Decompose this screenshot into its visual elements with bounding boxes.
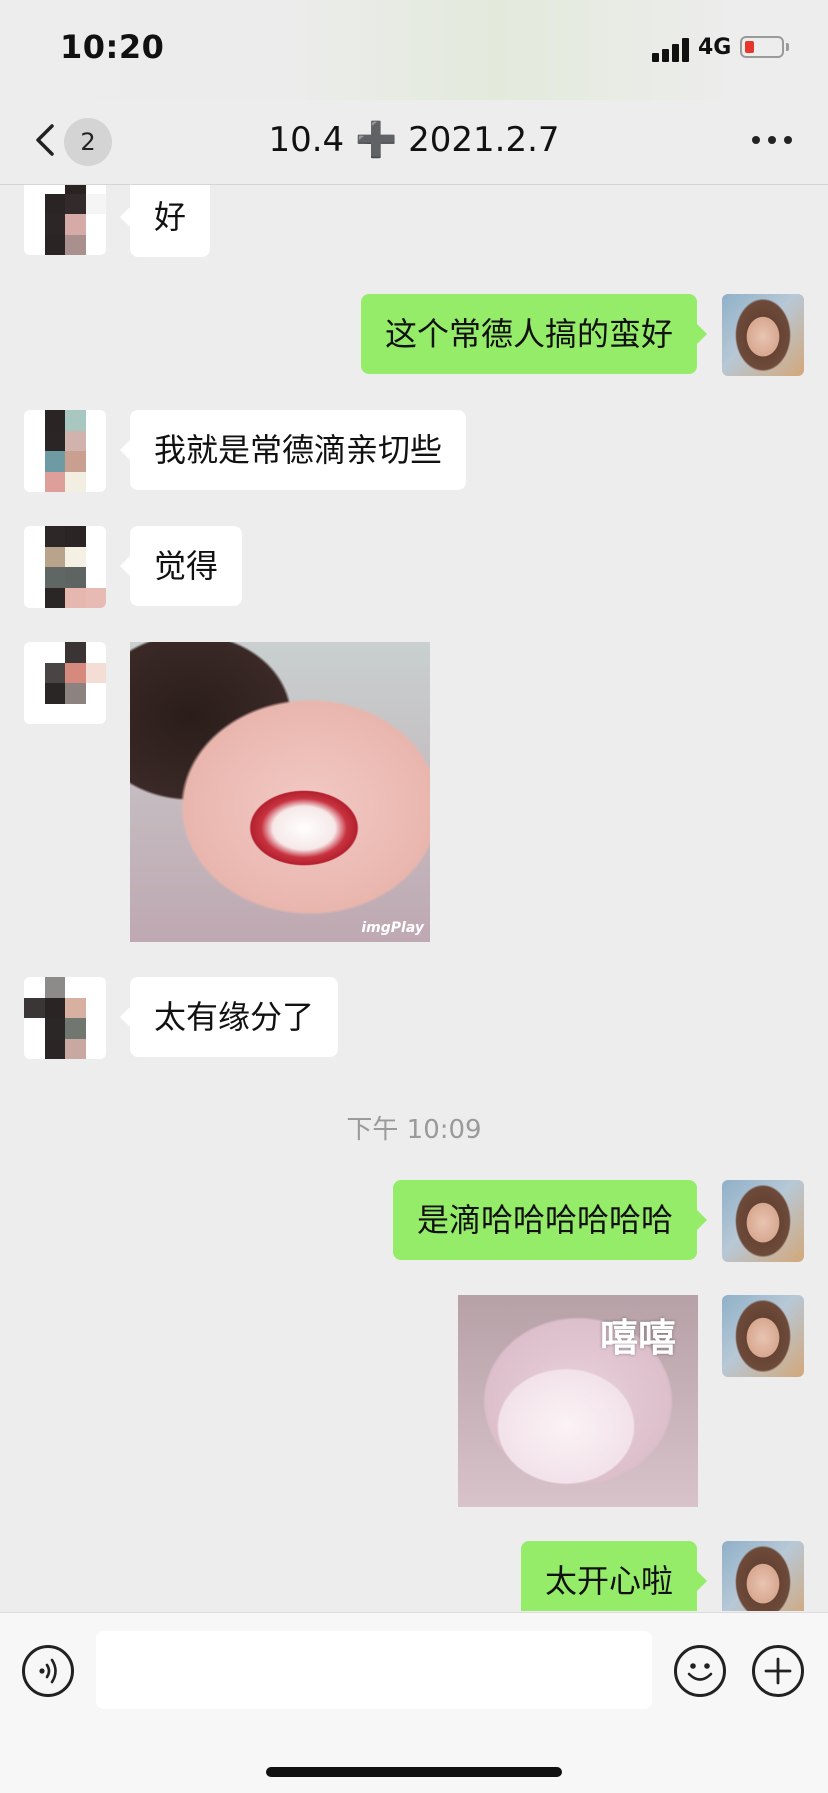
my-avatar[interactable] [722,1541,804,1611]
chat-title: 10.4 ➕ 2021.2.7 [268,120,560,160]
sticker-caption: 嘻嘻 [599,1316,676,1360]
message-bubble-outgoing[interactable]: 太开心啦 [520,1541,708,1611]
message-bubble-outgoing[interactable]: 是滴哈哈哈哈哈哈 [392,1180,708,1260]
plus-icon [764,1657,792,1685]
contact-avatar[interactable] [24,977,106,1059]
message-bubble-incoming[interactable]: 太有缘分了 [119,977,339,1057]
input-toolbar [0,1612,828,1793]
sticker-watermark: imgPlay [361,920,424,936]
more-options-icon[interactable] [752,136,792,146]
message-bubble-incoming[interactable]: 觉得 [119,526,243,606]
contact-avatar[interactable] [24,526,106,608]
sticker-smiling-cat[interactable]: 嘻嘻 [458,1295,698,1507]
status-bar: 10:20 4G [0,0,828,100]
sticker-laughing-girl[interactable]: imgPlay [130,642,430,942]
smiley-icon [687,1663,713,1681]
status-time: 10:20 [60,28,165,66]
my-avatar[interactable] [722,1295,804,1377]
message-timestamp: 下午 10:09 [346,1115,482,1145]
home-indicator [266,1767,562,1777]
my-avatar[interactable] [722,294,804,376]
contact-avatar[interactable] [24,185,106,255]
message-bubble-outgoing[interactable]: 这个常德人搞的蛮好 [360,294,708,374]
my-avatar[interactable] [722,1180,804,1262]
contact-avatar[interactable] [24,410,106,492]
message-list[interactable]: 好 这个常德人搞的蛮好 我就是常德滴亲切些 觉得 imgPlay 太有缘分了 下… [0,185,828,1611]
contact-avatar[interactable] [24,642,106,724]
message-input[interactable] [96,1631,652,1709]
signal-icon [652,38,692,62]
chat-header: 2 10.4 ➕ 2021.2.7 [0,100,828,185]
battery-icon [740,36,789,58]
emoji-button[interactable] [674,1645,726,1697]
more-functions-button[interactable] [752,1645,804,1697]
network-type: 4G [698,35,732,60]
voice-input-button[interactable] [22,1645,74,1697]
message-bubble-incoming[interactable]: 我就是常德滴亲切些 [119,410,467,490]
message-bubble-incoming[interactable]: 好 [119,185,211,257]
voice-icon [39,1658,57,1684]
